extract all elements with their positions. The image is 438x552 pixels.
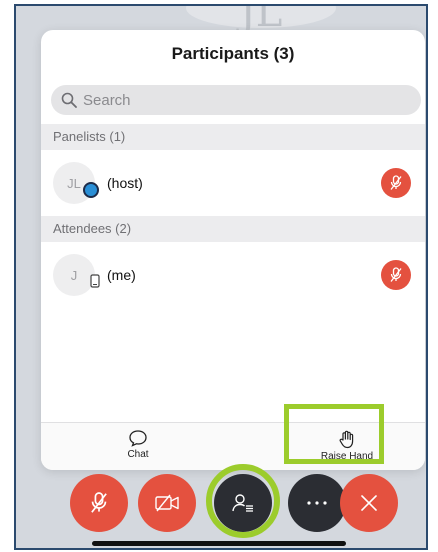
leave-meeting-button[interactable] xyxy=(340,474,398,532)
section-header-attendees: Attendees (2) xyxy=(41,216,425,242)
avatar-initials: JL xyxy=(67,175,81,191)
home-indicator[interactable] xyxy=(92,541,346,546)
more-options-button[interactable] xyxy=(288,474,346,532)
chat-icon xyxy=(129,430,147,447)
mute-audio-button[interactable] xyxy=(70,474,128,532)
search-placeholder: Search xyxy=(83,91,131,109)
avatar: J xyxy=(53,254,100,296)
raise-hand-highlight xyxy=(284,404,384,464)
participant-name: (host) xyxy=(107,175,143,191)
mute-button[interactable] xyxy=(381,260,411,290)
meeting-toolbar xyxy=(14,462,428,542)
avatar-initials: J xyxy=(70,267,78,283)
stop-video-button[interactable] xyxy=(138,474,196,532)
microphone-muted-icon xyxy=(91,492,107,513)
section-header-panelists: Panelists (1) xyxy=(41,124,425,150)
participants-highlight xyxy=(206,464,280,538)
search-input[interactable]: Search xyxy=(51,85,421,115)
search-icon xyxy=(61,92,77,108)
leave-icon xyxy=(361,495,377,511)
participant-row-me[interactable]: J (me) xyxy=(41,242,425,308)
panel-title: Participants (3) xyxy=(171,44,295,63)
chat-label: Chat xyxy=(127,449,149,460)
chat-button[interactable]: Chat xyxy=(98,429,178,460)
microphone-muted-icon xyxy=(390,267,402,282)
mute-button[interactable] xyxy=(381,168,411,198)
participant-row-host[interactable]: JL (host) xyxy=(41,150,425,216)
microphone-muted-icon xyxy=(390,175,402,190)
video-off-icon xyxy=(155,494,179,512)
phone-device-icon xyxy=(90,274,100,288)
participant-name: (me) xyxy=(107,267,136,283)
host-badge-icon xyxy=(83,182,99,198)
more-icon xyxy=(307,501,327,505)
avatar: JL xyxy=(53,162,99,204)
background-avatar: JL xyxy=(186,6,336,36)
